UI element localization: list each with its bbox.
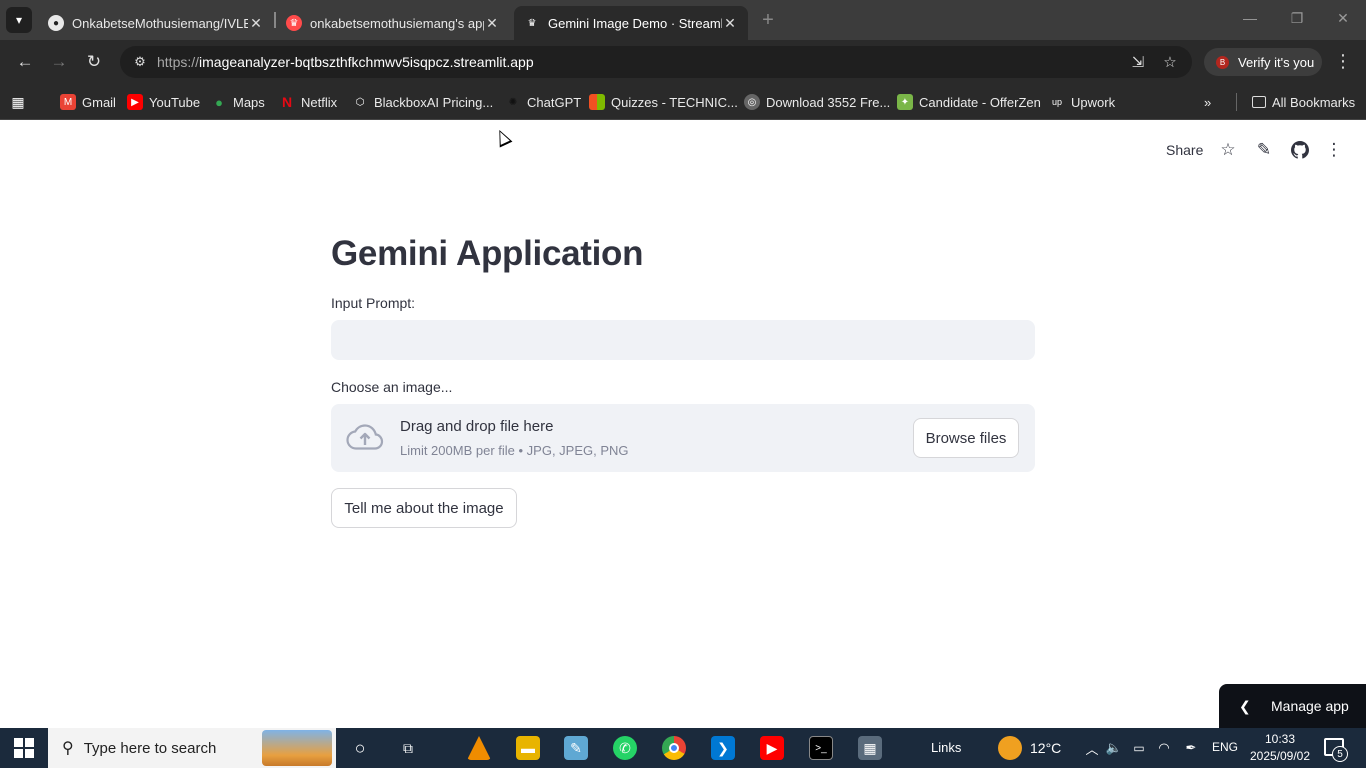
calculator-icon[interactable]: ▦ — [858, 736, 882, 760]
whatsapp-icon[interactable]: ✆ — [613, 736, 637, 760]
blackbox-icon: ⬡ — [355, 96, 365, 108]
restore-icon[interactable]: ❐ — [1287, 10, 1307, 27]
wifi-icon[interactable]: ◠ — [1152, 736, 1176, 760]
vlc-icon[interactable] — [467, 736, 491, 760]
minimize-icon[interactable]: — — [1240, 10, 1260, 26]
app-menu-icon[interactable]: ⋮ — [1324, 140, 1344, 160]
github-icon: ● — [48, 15, 64, 31]
verify-profile-button[interactable]: B Verify it's you — [1204, 48, 1322, 76]
bookmark-blackboxai[interactable]: ⬡ BlackboxAI Pricing... — [352, 92, 494, 112]
more-bookmarks-icon[interactable]: » — [1204, 92, 1211, 112]
forward-icon[interactable]: → — [48, 51, 70, 73]
star-icon[interactable]: ☆ — [1218, 140, 1238, 160]
app-header: Share ☆ ✎ ⋮ — [0, 120, 1366, 180]
chatgpt-icon: ✺ — [508, 96, 518, 108]
prompt-label: Input Prompt: — [331, 295, 416, 311]
offerzen-icon: ✦ — [897, 94, 913, 110]
bookmark-star-icon[interactable]: ☆ — [1160, 52, 1180, 72]
folder-icon — [1252, 96, 1266, 108]
chevron-up-icon[interactable]: ︿ — [1080, 736, 1104, 760]
maps-pin-icon: ● — [215, 94, 223, 110]
tab-github[interactable]: ● OnkabetseMothusiemang/IVLE ✕ — [38, 6, 274, 40]
speaker-icon[interactable]: 🔈 — [1102, 736, 1126, 760]
bookmark-download[interactable]: ◎ Download 3552 Fre... — [744, 92, 890, 112]
notification-count-badge: 5 — [1332, 746, 1348, 762]
gmail-icon: M — [60, 94, 76, 110]
tell-me-about-image-button[interactable]: Tell me about the image — [331, 488, 517, 528]
page-title: Gemini Application — [331, 234, 644, 273]
terminal-icon[interactable]: >_ — [809, 736, 833, 760]
weather-icon[interactable] — [998, 736, 1022, 760]
bookmark-gmail[interactable]: M Gmail — [60, 92, 116, 112]
all-bookmarks-button[interactable]: All Bookmarks — [1252, 92, 1355, 112]
tab-search-dropdown-icon[interactable]: ▾ — [6, 7, 32, 33]
bookmarks-divider — [1236, 93, 1237, 111]
windows-start-icon[interactable] — [14, 738, 34, 758]
system-clock[interactable]: 10:33 2025/09/02 — [1245, 731, 1315, 765]
bookmarks-bar: ▦ M Gmail ▶ YouTube ● Maps N Netflix ⬡ B… — [0, 84, 1366, 120]
manage-app-button[interactable]: ❮ Manage app — [1219, 684, 1366, 728]
cloud-upload-icon — [346, 424, 384, 450]
search-icon: ⚲ — [62, 740, 74, 757]
streamlit-crown-icon: ♛ — [286, 15, 302, 31]
task-view-icon[interactable]: ⧉ — [396, 736, 420, 760]
chrome-icon[interactable] — [662, 736, 686, 760]
browse-files-button[interactable]: Browse files — [913, 418, 1019, 458]
close-icon[interactable]: ✕ — [722, 15, 738, 32]
close-window-icon[interactable]: ✕ — [1333, 10, 1353, 27]
bookmark-chatgpt[interactable]: ✺ ChatGPT — [505, 92, 581, 112]
temperature-label[interactable]: 12°C — [1030, 740, 1061, 756]
globe-icon: ◎ — [744, 94, 760, 110]
netflix-icon: N — [281, 94, 293, 110]
profile-avatar: B — [1216, 55, 1229, 69]
youtube-icon: ▶ — [127, 94, 143, 110]
bookmark-offerzen[interactable]: ✦ Candidate - OfferZen — [897, 92, 1041, 112]
microsoft-icon — [589, 94, 605, 110]
site-settings-icon[interactable]: ⚙ — [132, 54, 148, 70]
notepad-icon[interactable]: ✎ — [564, 736, 588, 760]
github-icon[interactable] — [1290, 140, 1310, 160]
bookmark-quizzes[interactable]: Quizzes - TECHNIC... — [589, 92, 738, 112]
share-button[interactable]: Share — [1166, 142, 1203, 158]
cortana-icon[interactable]: ○ — [348, 736, 372, 760]
browser-menu-icon[interactable]: ⋮ — [1334, 51, 1352, 72]
links-toolbar[interactable]: Links — [931, 740, 961, 755]
language-indicator[interactable]: ENG — [1212, 740, 1238, 754]
url-text[interactable]: https://imageanalyzer-bqtbszthfkchmwv5is… — [157, 54, 534, 70]
bookmark-youtube[interactable]: ▶ YouTube — [127, 92, 200, 112]
back-icon[interactable]: ← — [14, 51, 36, 73]
close-icon[interactable]: ✕ — [484, 15, 500, 32]
file-explorer-icon[interactable]: ▬ — [516, 736, 540, 760]
main-content: Gemini Application Input Prompt: Choose … — [331, 220, 1035, 528]
browser-toolbar: ← → ↻ ⚙ https://imageanalyzer-bqtbszthfk… — [0, 40, 1366, 84]
bookmark-netflix[interactable]: N Netflix — [279, 92, 337, 112]
bookmark-upwork[interactable]: up Upwork — [1049, 92, 1115, 112]
browser-tabstrip: ▾ ● OnkabetseMothusiemang/IVLE ✕ ♛ onkab… — [0, 0, 1366, 40]
bookmark-maps[interactable]: ● Maps — [211, 92, 265, 112]
file-dropzone[interactable]: Drag and drop file here Limit 200MB per … — [331, 404, 1035, 472]
close-icon[interactable]: ✕ — [248, 15, 264, 32]
reload-icon[interactable]: ↻ — [83, 51, 105, 73]
address-bar[interactable]: ⚙ https://imageanalyzer-bqtbszthfkchmwv5… — [120, 46, 1192, 78]
apps-grid-icon[interactable]: ▦ — [10, 92, 26, 112]
streamlit-crown-icon: ♛ — [527, 17, 537, 29]
battery-icon[interactable]: ▭ — [1127, 736, 1151, 760]
pen-icon[interactable]: ✒ — [1179, 736, 1203, 760]
vscode-icon[interactable]: ❯ — [711, 736, 735, 760]
install-app-icon[interactable]: ⇲ — [1128, 52, 1148, 72]
search-highlight-image[interactable] — [262, 730, 332, 766]
youtube-app-icon[interactable]: ▶ — [760, 736, 784, 760]
tab-gemini-demo[interactable]: ♛ Gemini Image Demo · Streamlit ✕ — [514, 6, 748, 40]
prompt-input[interactable] — [331, 320, 1035, 360]
chevron-left-icon: ❮ — [1239, 697, 1251, 714]
image-uploader-label: Choose an image... — [331, 379, 453, 395]
windows-taskbar: ⚲ Type here to search ○ ⧉ ▬ ✎ ✆ ❯ ▶ >_ ▦… — [0, 728, 1366, 768]
upwork-icon: up — [1051, 97, 1062, 107]
tab-streamlit-apps[interactable]: ♛ onkabetsemothusiemang's app ✕ — [276, 6, 510, 40]
dropzone-instructions: Drag and drop file here — [400, 418, 554, 435]
dropzone-limit-text: Limit 200MB per file • JPG, JPEG, PNG — [400, 443, 629, 458]
edit-pencil-icon[interactable]: ✎ — [1254, 140, 1274, 160]
new-tab-button[interactable]: + — [754, 7, 782, 33]
